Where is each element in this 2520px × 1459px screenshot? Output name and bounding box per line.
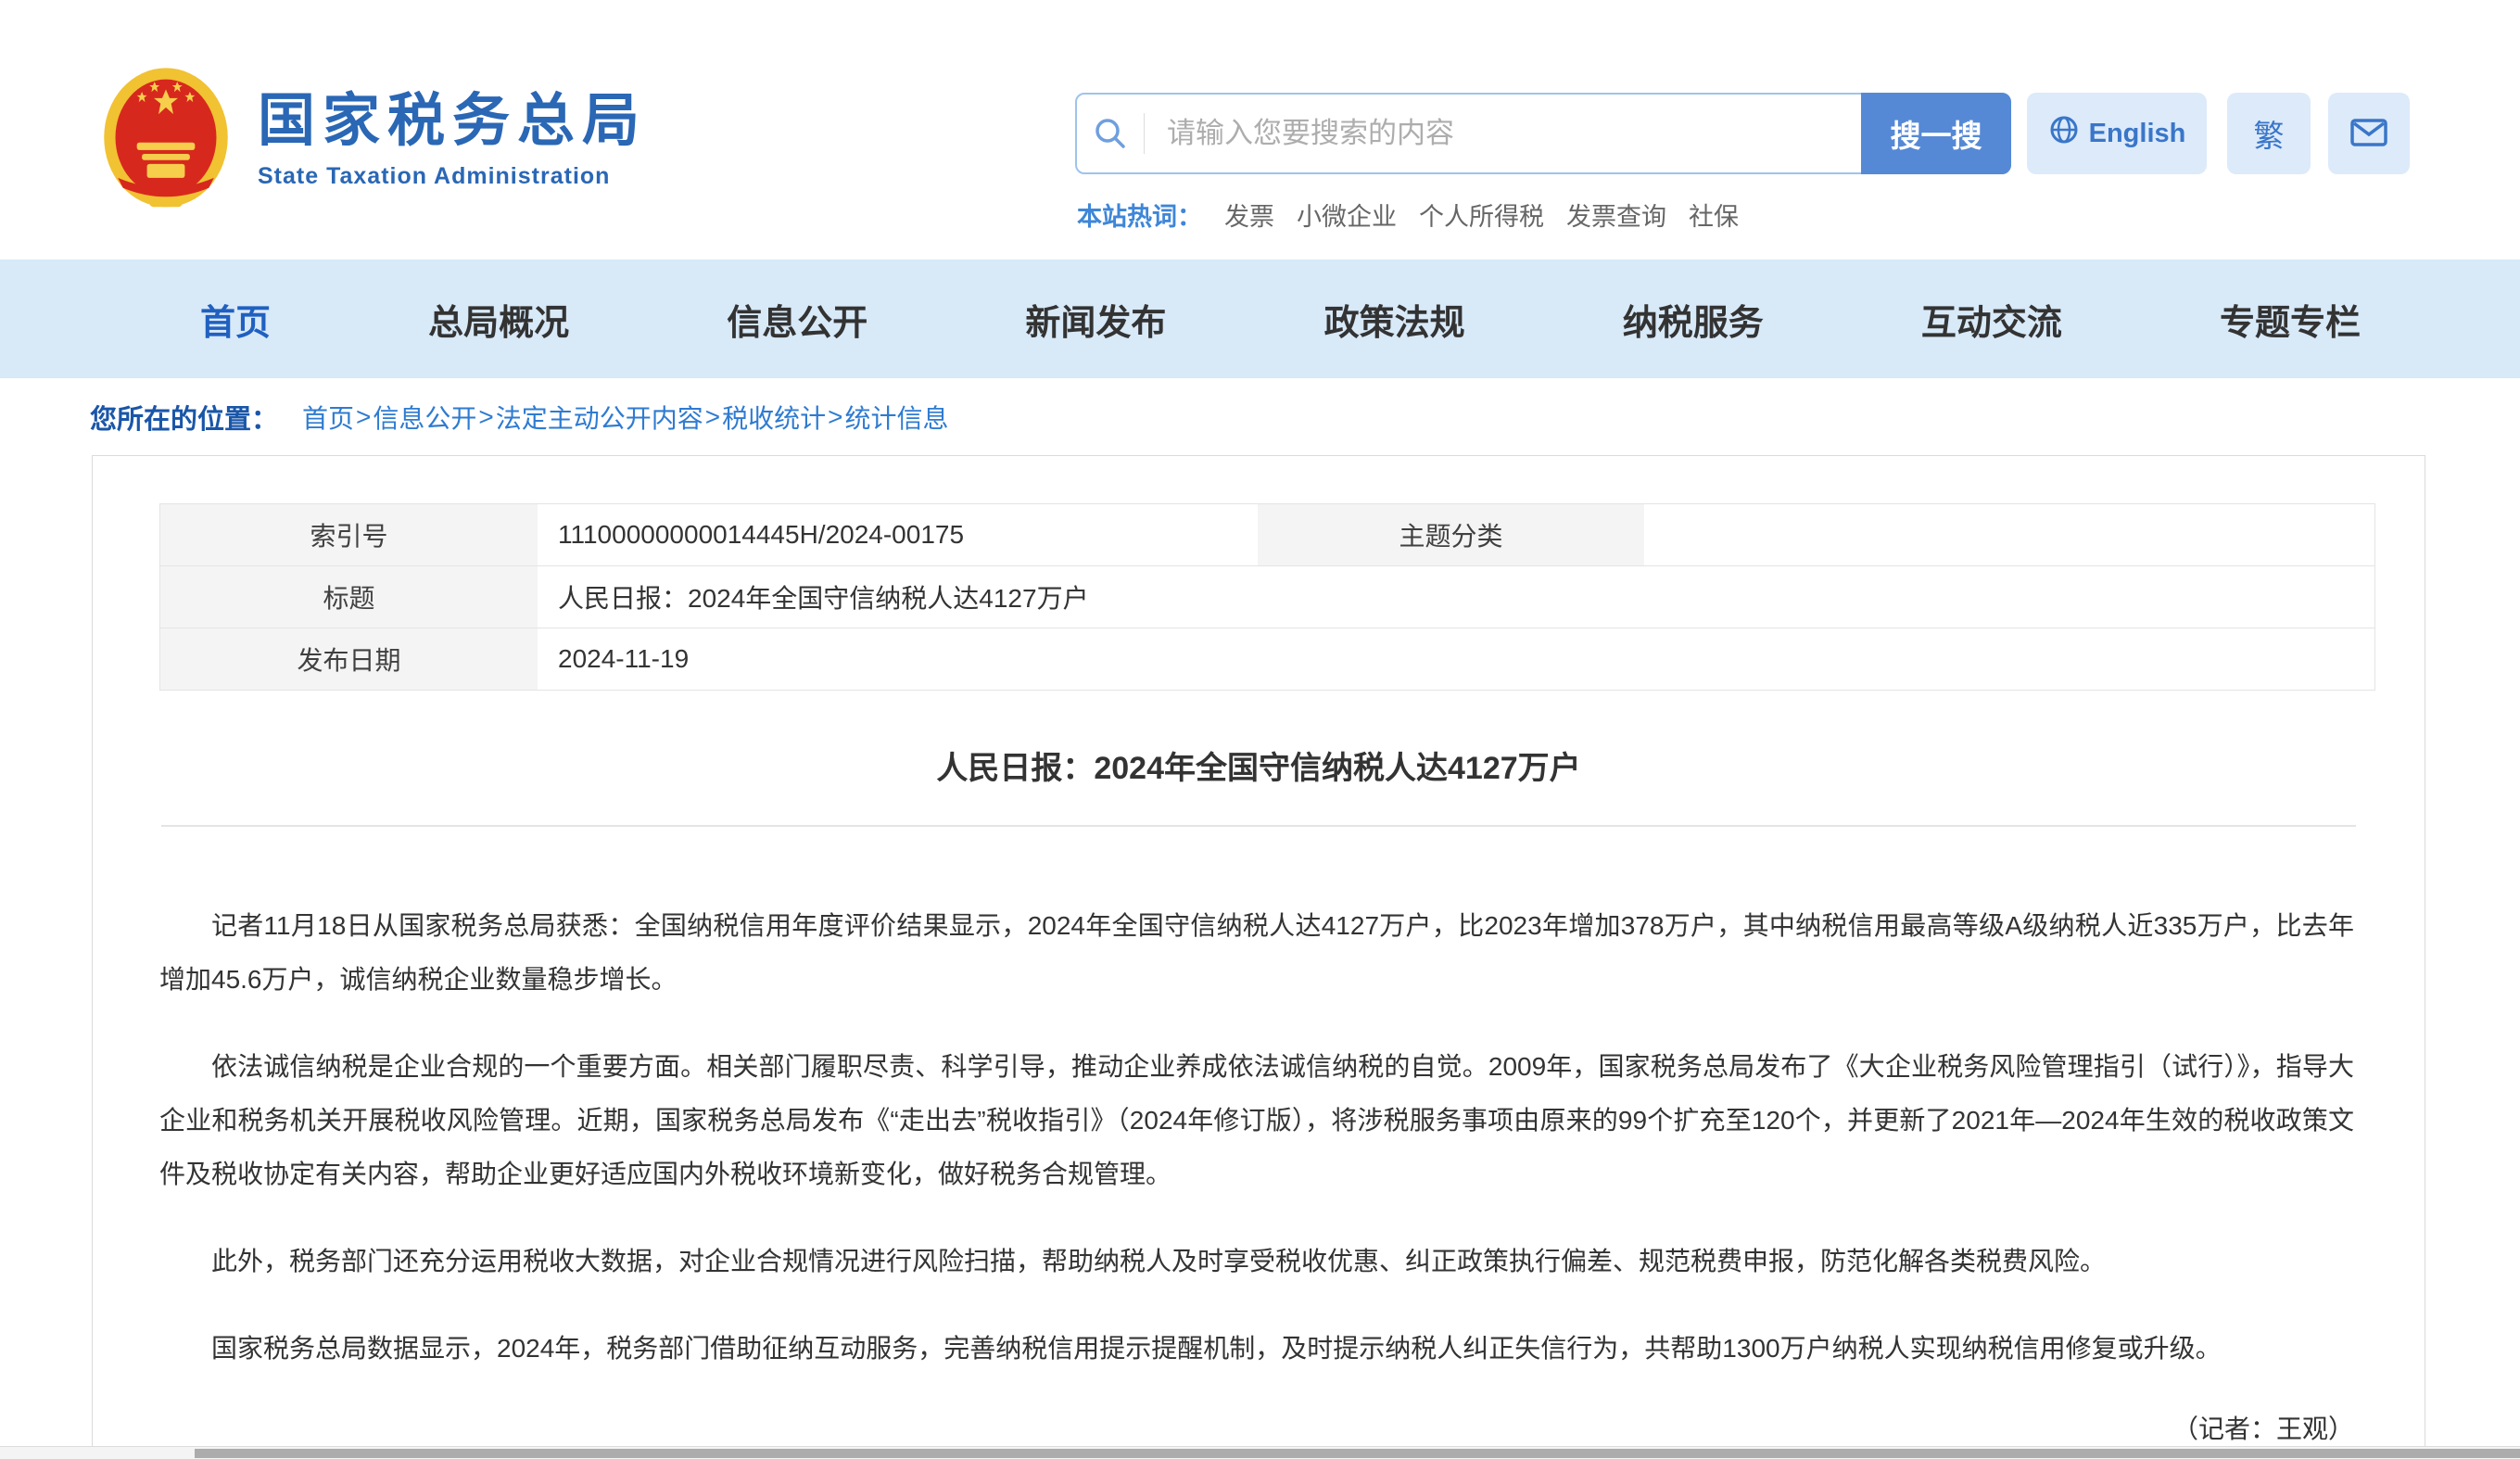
article-author: （记者：王观） <box>93 1409 2425 1446</box>
meta-row-index: 索引号 11100000000014445H/2024-00175 主题分类 <box>160 504 2374 566</box>
english-button[interactable]: English <box>2027 93 2207 174</box>
meta-title-value: 人民日报：2024年全国守信纳税人达4127万户 <box>538 566 2374 628</box>
search-icon <box>1077 115 1144 152</box>
nav-item-overview[interactable]: 总局概况 <box>428 294 569 345</box>
meta-date-label: 发布日期 <box>160 628 538 690</box>
search-input[interactable] <box>1145 117 1861 150</box>
breadcrumb: 您所在的位置： 首页 > 信息公开 > 法定主动公开内容 > 税收统计 > 统计… <box>90 395 949 439</box>
breadcrumb-link-info[interactable]: 信息公开 <box>373 399 476 436</box>
meta-category-value <box>1644 504 2374 565</box>
meta-index-label: 索引号 <box>160 504 538 565</box>
breadcrumb-separator: > <box>705 402 720 432</box>
article-paragraph: 国家税务总局数据显示，2024年，税务部门借助征纳互动服务，完善纳税信用提示提醒… <box>159 1322 2354 1376</box>
hot-words: 本站热词： 发票 小微企业 个人所得税 发票查询 社保 <box>1077 197 1739 233</box>
article-title: 人民日报：2024年全国守信纳税人达4127万户 <box>93 742 2425 788</box>
horizontal-scrollbar-track[interactable] <box>0 1446 2520 1459</box>
main-nav: 首页 总局概况 信息公开 新闻发布 政策法规 纳税服务 互动交流 专题专栏 <box>0 260 2520 378</box>
article-paragraph: 依法诚信纳税是企业合规的一个重要方面。相关部门履职尽责、科学引导，推动企业养成依… <box>159 1040 2354 1201</box>
meta-row-date: 发布日期 2024-11-19 <box>160 628 2374 691</box>
search-button[interactable]: 搜一搜 <box>1861 93 2011 174</box>
hot-words-label: 本站热词： <box>1077 197 1202 233</box>
mail-button[interactable] <box>2328 93 2410 174</box>
logo-link[interactable]: 国家税务总局 State Taxation Administration <box>102 67 647 213</box>
traditional-chinese-button[interactable]: 繁 <box>2227 93 2311 174</box>
hot-word-link[interactable]: 发票查询 <box>1566 197 1666 233</box>
meta-table: 索引号 11100000000014445H/2024-00175 主题分类 标… <box>159 503 2375 691</box>
logo-title: 国家税务总局 <box>258 90 647 153</box>
mail-icon <box>2349 117 2388 151</box>
breadcrumb-separator: > <box>356 402 371 432</box>
nav-item-news[interactable]: 新闻发布 <box>1025 294 1166 345</box>
hot-word-link[interactable]: 社保 <box>1689 197 1739 233</box>
page: 国家税务总局 State Taxation Administration 搜一搜 <box>0 0 2520 1459</box>
nav-item-special-topics[interactable]: 专题专栏 <box>2220 294 2361 345</box>
meta-row-title: 标题 人民日报：2024年全国守信纳税人达4127万户 <box>160 566 2374 628</box>
breadcrumb-link-tax-stats[interactable]: 税收统计 <box>722 399 826 436</box>
meta-category-label: 主题分类 <box>1258 504 1644 565</box>
content-panel: 索引号 11100000000014445H/2024-00175 主题分类 标… <box>92 455 2425 1447</box>
national-emblem-icon <box>102 67 230 213</box>
globe-icon <box>2048 114 2080 153</box>
english-button-label: English <box>2089 119 2186 149</box>
logo-text: 国家税务总局 State Taxation Administration <box>258 90 647 189</box>
site-header: 国家税务总局 State Taxation Administration 搜一搜 <box>0 0 2520 260</box>
hot-word-link[interactable]: 小微企业 <box>1297 197 1397 233</box>
logo-subtitle: State Taxation Administration <box>258 163 647 190</box>
nav-item-home[interactable]: 首页 <box>200 294 271 345</box>
article-body: 记者11月18日从国家税务总局获悉：全国纳税信用年度评价结果显示，2024年全国… <box>93 827 2425 1376</box>
article-paragraph: 此外，税务部门还充分运用税收大数据，对企业合规情况进行风险扫描，帮助纳税人及时享… <box>159 1235 2354 1288</box>
nav-item-interaction[interactable]: 互动交流 <box>1921 294 2062 345</box>
search-bar: 搜一搜 <box>1075 93 2011 174</box>
meta-index-value: 11100000000014445H/2024-00175 <box>538 504 1258 565</box>
nav-item-info-disclosure[interactable]: 信息公开 <box>727 294 867 345</box>
breadcrumb-separator: > <box>478 402 493 432</box>
breadcrumb-link-home[interactable]: 首页 <box>302 399 354 436</box>
meta-title-label: 标题 <box>160 566 538 628</box>
breadcrumb-label: 您所在的位置： <box>90 398 278 437</box>
meta-date-value: 2024-11-19 <box>538 628 2374 690</box>
breadcrumb-link-stat-info[interactable]: 统计信息 <box>845 399 949 436</box>
hot-word-link[interactable]: 发票 <box>1224 197 1274 233</box>
article-paragraph: 记者11月18日从国家税务总局获悉：全国纳税信用年度评价结果显示，2024年全国… <box>159 899 2354 1007</box>
breadcrumb-separator: > <box>828 402 842 432</box>
horizontal-scrollbar-thumb[interactable] <box>195 1449 2520 1458</box>
nav-item-policies[interactable]: 政策法规 <box>1324 294 1465 345</box>
hot-word-link[interactable]: 个人所得税 <box>1419 197 1544 233</box>
breadcrumb-link-statutory[interactable]: 法定主动公开内容 <box>496 399 703 436</box>
nav-item-tax-services[interactable]: 纳税服务 <box>1623 294 1764 345</box>
